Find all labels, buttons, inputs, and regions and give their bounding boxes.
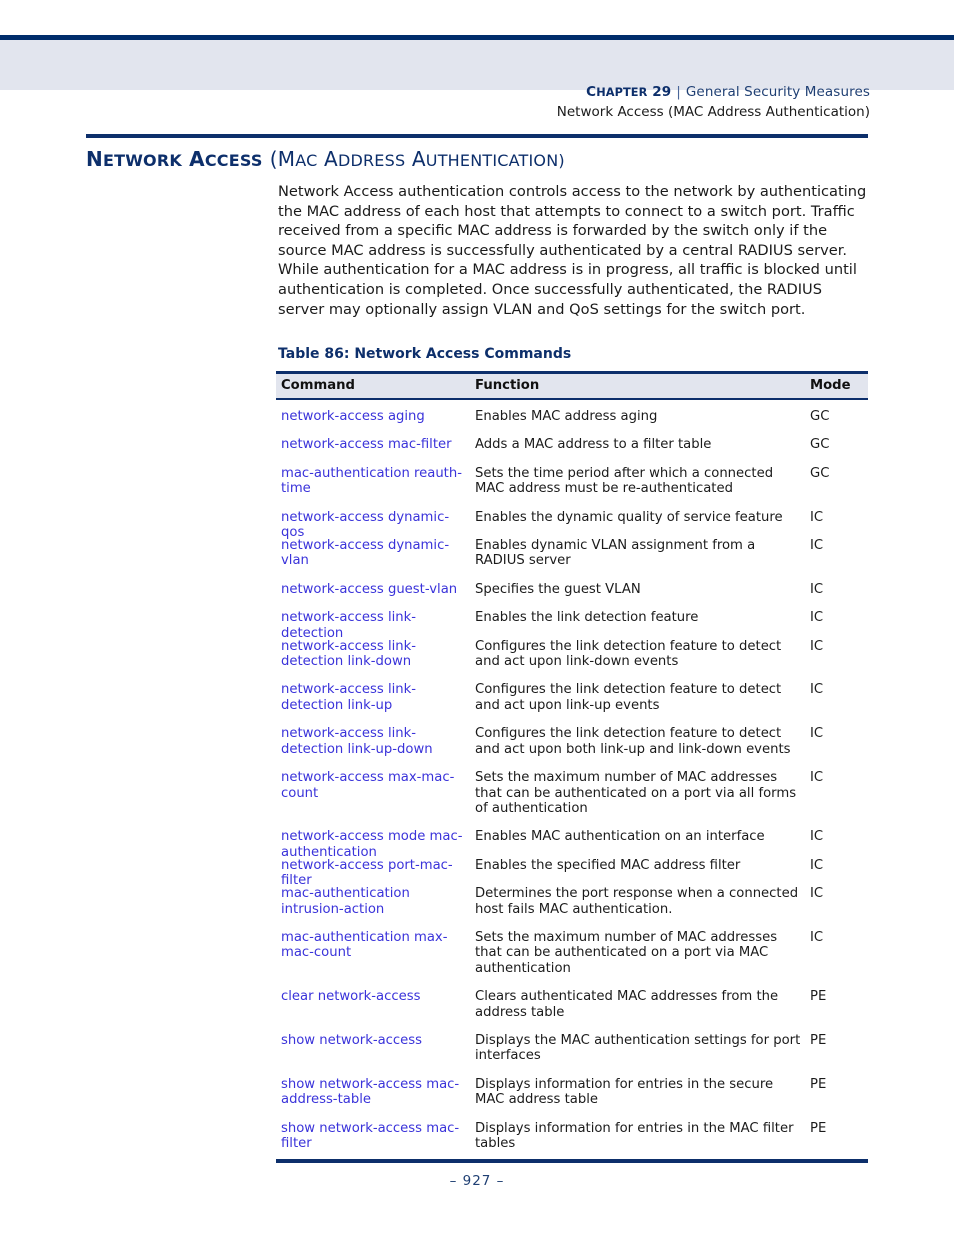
- table-row: Configures the link detection feature to…: [276, 673, 868, 717]
- table-row: Enables dynamic VLAN assignment from a R…: [276, 529, 868, 573]
- mode-value: PE: [810, 1120, 827, 1136]
- table-row: network-access link-detectionnetwork-acc…: [276, 601, 868, 640]
- mode-value: IC: [810, 638, 824, 654]
- table-row: Displays the MAC authentication settings…: [276, 1024, 868, 1068]
- table-row: Configures the link detection feature to…: [276, 630, 868, 674]
- command-link[interactable]: clear network-access: [281, 989, 471, 1004]
- command-link[interactable]: mac-authentication intrusion-action: [281, 886, 471, 917]
- function-description: Enables dynamic VLAN assignment from a R…: [475, 538, 756, 569]
- mode-value: PE: [810, 989, 827, 1005]
- function-description: Enables the dynamic quality of service f…: [475, 509, 783, 525]
- mode-value: GC: [810, 409, 830, 424]
- command-link[interactable]: show network-access mac-filter: [281, 1121, 471, 1152]
- mode-value: PE: [810, 1076, 827, 1092]
- table-row: Sets the maximum number of MAC addresses…: [276, 921, 868, 980]
- table-row: network-access agingnetwork-access aging…: [276, 400, 868, 428]
- command-link[interactable]: network-access link-detection link-up-do…: [281, 726, 471, 757]
- mode-value: IC: [810, 581, 824, 597]
- command-link[interactable]: show network-access mac-address-table: [281, 1077, 471, 1108]
- command-link[interactable]: mac-authentication max-mac-count: [281, 930, 471, 961]
- command-link[interactable]: network-access link-detection link-down: [281, 639, 471, 670]
- table-row: Clears authenticated MAC addresses from …: [276, 980, 868, 1024]
- function-description: Displays the MAC authentication settings…: [475, 1032, 801, 1064]
- command-link[interactable]: show network-access: [281, 1033, 471, 1048]
- chapter-number: 29: [652, 84, 672, 100]
- function-description: Clears authenticated MAC addresses from …: [475, 989, 779, 1020]
- chapter-title: General Security Measures: [685, 84, 870, 100]
- function-description: Configures the link detection feature to…: [475, 726, 791, 757]
- mode-value: IC: [810, 857, 824, 873]
- command-link[interactable]: network-access guest-vlan: [281, 582, 471, 597]
- column-header-mode: Mode: [810, 378, 851, 393]
- function-description: Configures the link detection feature to…: [475, 638, 782, 670]
- function-description: Sets the time period after which a conne…: [475, 465, 774, 497]
- table-row: Determines the port response when a conn…: [276, 877, 868, 921]
- mode-value: GC: [810, 437, 830, 453]
- header-separator: |: [676, 84, 681, 100]
- function-description: Adds a MAC address to a filter table: [475, 437, 712, 453]
- page-title-regular: (MAC ADDRESS AUTHENTICATION): [269, 147, 565, 171]
- mode-value: IC: [810, 682, 824, 698]
- header-chapter-line: CHAPTER 29 | General Security Measures: [586, 84, 870, 100]
- command-link[interactable]: network-access max-mac-count: [281, 770, 471, 801]
- table-body: network-access agingnetwork-access aging…: [276, 400, 868, 1155]
- chapter-label: CHAPTER: [586, 84, 648, 100]
- page-title-bold: NETWORK ACCESS: [86, 147, 263, 171]
- table-row: Configures the link detection feature to…: [276, 717, 868, 761]
- mode-value: IC: [810, 770, 824, 786]
- table-row: Sets the time period after which a conne…: [276, 457, 868, 501]
- function-description: Enables MAC authentication on an interfa…: [475, 829, 765, 845]
- column-header-function: Function: [475, 378, 540, 393]
- function-description: Enables the link detection feature: [475, 610, 699, 626]
- mode-value: IC: [810, 538, 824, 554]
- command-link[interactable]: network-access aging: [281, 409, 471, 424]
- mode-value: IC: [810, 726, 824, 742]
- table-row: Displays information for entries in the …: [276, 1068, 868, 1112]
- function-description: Displays information for entries in the …: [475, 1120, 794, 1151]
- column-header-command: Command: [281, 378, 355, 393]
- section-title-rule: [86, 134, 868, 138]
- table-row: Sets the maximum number of MAC addresses…: [276, 761, 868, 820]
- running-header: CHAPTER 29 | General Security Measures Net…: [0, 40, 954, 120]
- mode-value: IC: [810, 829, 824, 845]
- mode-value: IC: [810, 610, 824, 626]
- mode-value: IC: [810, 509, 824, 525]
- table-row: Enables the dynamic quality of service f…: [276, 501, 868, 540]
- table-row: Displays information for entries in the …: [276, 1112, 868, 1156]
- function-description: Determines the port response when a conn…: [475, 886, 799, 917]
- command-link[interactable]: network-access link-detection link-up: [281, 682, 471, 713]
- function-description: Sets the maximum number of MAC addresses…: [475, 929, 778, 976]
- network-access-commands-table: Command Function Mode network-access agi…: [276, 371, 868, 1164]
- function-description: Displays information for entries in the …: [475, 1076, 774, 1108]
- table-bottom-rule: [276, 1159, 868, 1164]
- mode-value: IC: [810, 886, 824, 902]
- table-row: network-access port-mac-filternetwork-ac…: [276, 849, 868, 888]
- intro-paragraph: Network Access authentication controls a…: [278, 183, 867, 318]
- page-title: NETWORK ACCESS (MAC ADDRESS AUTHENTICATI…: [86, 147, 565, 171]
- command-link[interactable]: network-access dynamic-vlan: [281, 538, 471, 569]
- mode-value: GC: [810, 465, 830, 481]
- table-row: network-access guest-vlannetwork-access …: [276, 573, 868, 601]
- table-caption: Table 86: Network Access Commands: [278, 346, 572, 362]
- header-subtitle: Network Access (MAC Address Authenticati…: [556, 104, 870, 120]
- function-description: Sets the maximum number of MAC addresses…: [475, 770, 797, 816]
- command-link[interactable]: network-access mac-filter: [281, 437, 471, 452]
- function-description: Specifies the guest VLAN: [475, 581, 641, 597]
- mode-value: IC: [810, 929, 824, 945]
- table-row: network-access mode mac-authenticationne…: [276, 820, 868, 859]
- mode-value: PE: [810, 1032, 827, 1048]
- command-link[interactable]: mac-authentication reauth-time: [281, 466, 471, 497]
- function-description: Configures the link detection feature to…: [475, 682, 782, 713]
- table-header-row: Command Function Mode: [276, 371, 868, 400]
- table-row: network-access mac-filternetwork-access …: [276, 428, 868, 456]
- page-number-footer: – 927 –: [449, 1173, 505, 1189]
- function-description: Enables MAC address aging: [475, 409, 658, 424]
- function-description: Enables the specified MAC address filter: [475, 857, 741, 873]
